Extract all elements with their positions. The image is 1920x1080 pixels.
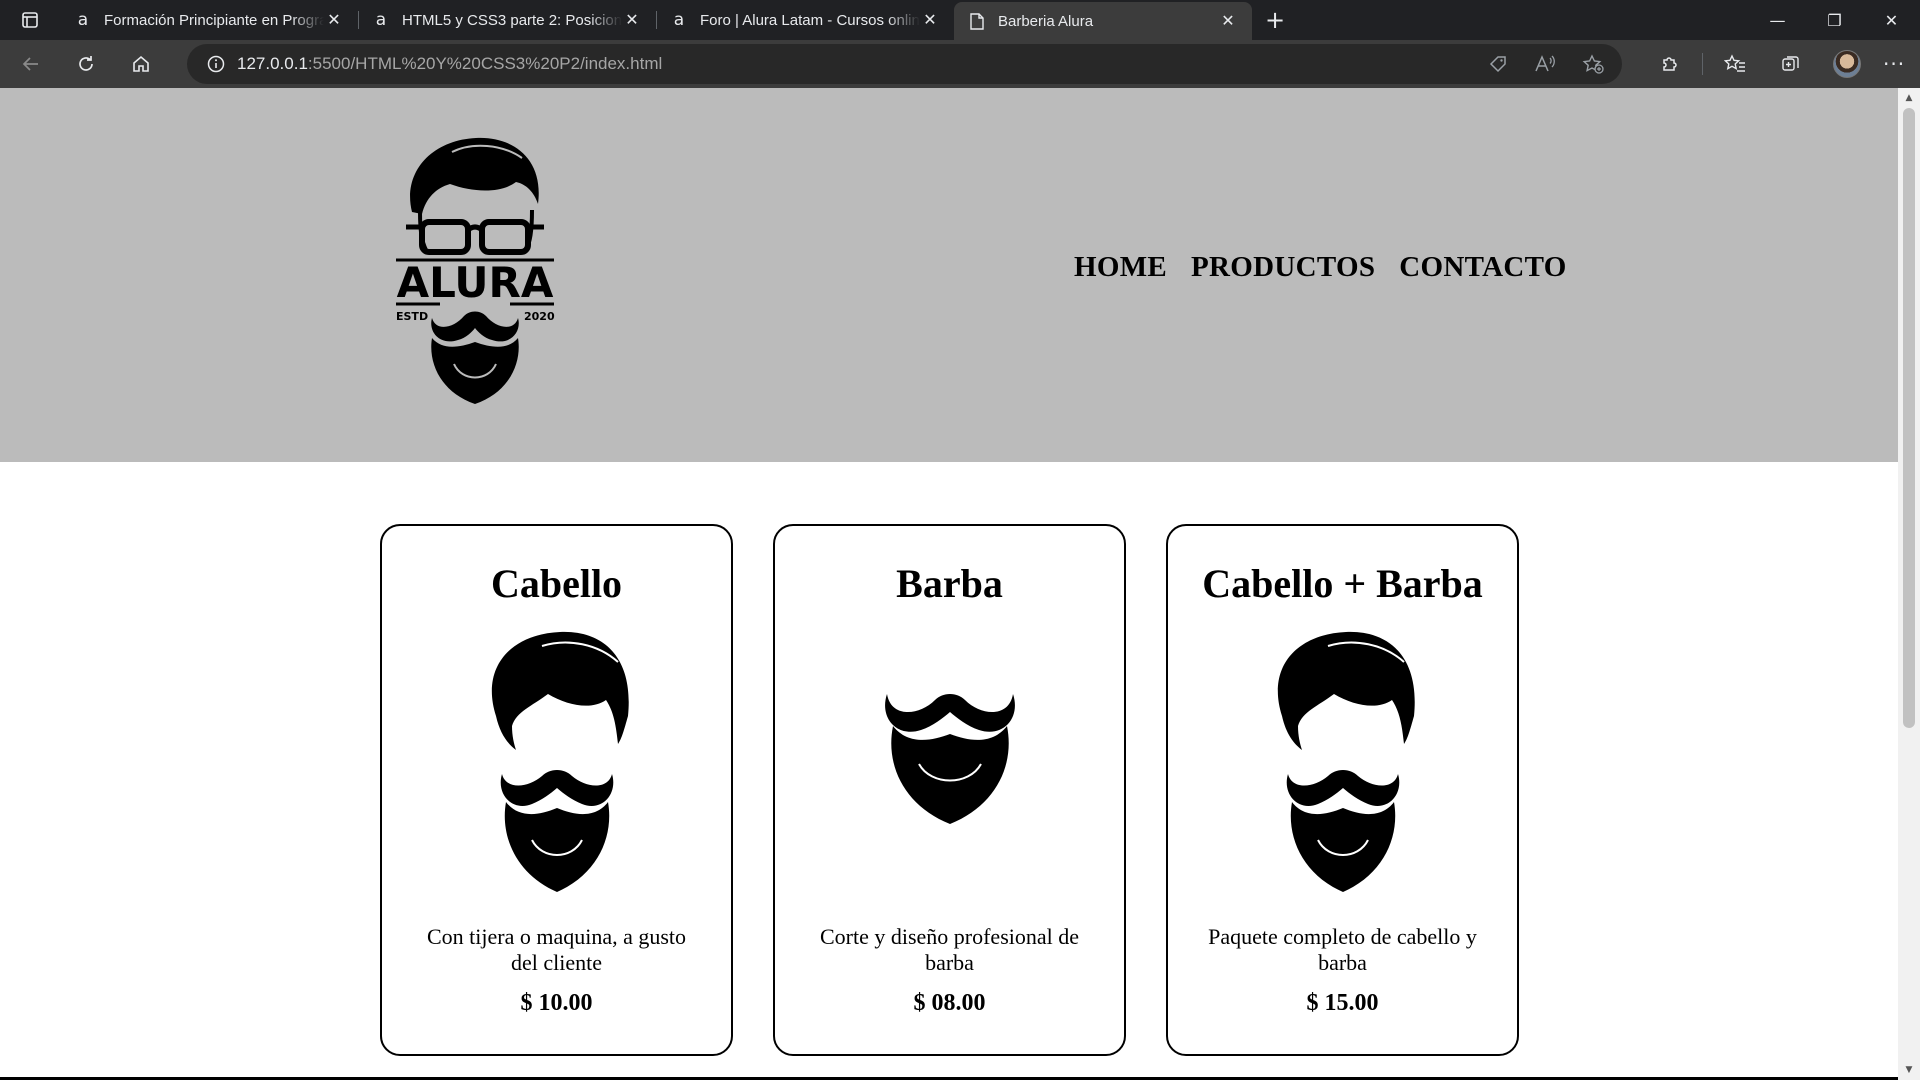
product-card-cabello-barba: Cabello + Barba Paquete completo de cabe… [1166,524,1519,1056]
alura-barber-logo[interactable]: ALURA ESTD 2020 [392,132,558,406]
back-arrow-icon [22,57,38,71]
hair-and-beard-icon [1277,631,1415,892]
home-icon [133,55,149,72]
tab-actions-icon [22,12,38,28]
card-description: Corte y diseño profesional de barba [819,924,1080,975]
tab-strip: a Formación Principiante en Progra ✕ a H… [0,0,1920,40]
tab-formacion[interactable]: a Formación Principiante en Progra ✕ [60,0,358,40]
scrollbar-thumb[interactable] [1903,108,1915,728]
alura-icon: a [77,10,89,30]
tab-title: Formación Principiante en Progra [104,11,324,29]
scroll-up-arrow-icon[interactable]: ▲ [1898,90,1920,106]
scroll-down-arrow-icon[interactable]: ▼ [1898,1062,1920,1078]
nav-home-link[interactable]: HOME [1074,251,1167,284]
card-title: Cabello [490,561,623,606]
collections-icon [1782,56,1799,71]
settings-menu-button[interactable]: ··· [1883,52,1905,76]
profile-avatar[interactable] [1833,50,1861,78]
tab-barberia[interactable]: Barberia Alura ✕ [954,2,1252,40]
card-title: Barba [896,561,1003,606]
tab-title: Foro | Alura Latam - Cursos onlin [700,11,920,29]
hair-and-beard-icon [491,631,629,892]
new-tab-button[interactable]: + [1252,0,1298,40]
card-image [382,626,731,896]
alura-icon: a [673,10,685,30]
extensions-button[interactable] [1646,44,1694,84]
tag-icon[interactable] [1488,54,1508,74]
logo-year-text: 2020 [524,310,555,323]
close-tab-icon[interactable]: ✕ [324,10,344,30]
tab-title: HTML5 y CSS3 parte 2: Posiciona [402,11,622,29]
card-price: $ 15.00 [1306,990,1379,1016]
card-title: Cabello + Barba [1202,561,1483,606]
page-scrollbar[interactable]: ▲ ▼ [1898,88,1920,1080]
products-section: Cabello Con tijera o maquina, a gusto de… [380,524,1520,1058]
nav-productos-link[interactable]: PRODUCTOS [1191,251,1375,284]
card-price: $ 10.00 [520,990,593,1016]
window-controls: — ❐ ✕ [1749,0,1920,40]
add-favorite-icon[interactable] [1582,54,1604,74]
favorites-button[interactable] [1711,44,1759,84]
collections-button[interactable] [1767,44,1815,84]
card-description: Paquete completo de cabello y barba [1208,924,1477,975]
tab-actions-button[interactable] [0,0,60,40]
page-viewport: ALURA ESTD 2020 HOME PRODUCTOS CONTACTO … [0,88,1920,1080]
reload-icon [79,56,93,71]
nav-contacto-link[interactable]: CONTACTO [1399,251,1566,284]
browser-toolbar: 127.0.0.1:5500/HTML%20Y%20CSS3%20P2/inde… [0,40,1920,88]
url-host: 127.0.0.1 [237,54,308,73]
logo-brand-text: ALURA [397,258,554,307]
toolbar-right: ··· [1638,44,1905,84]
back-button[interactable] [7,44,55,84]
site-header: ALURA ESTD 2020 HOME PRODUCTOS CONTACTO [0,88,1898,462]
card-image [1168,626,1517,896]
logo-estd-text: ESTD [396,310,428,323]
tab-foro[interactable]: a Foro | Alura Latam - Cursos onlin ✕ [656,0,954,40]
url-path: :5500/HTML%20Y%20CSS3%20P2/index.html [307,54,663,73]
card-description: Con tijera o maquina, a gusto del client… [426,924,687,975]
minimize-button[interactable]: — [1749,0,1806,40]
address-bar-actions [1488,54,1604,74]
favorites-icon [1724,54,1745,72]
beard-icon [884,694,1015,824]
card-image [775,626,1124,896]
puzzle-icon [1663,57,1677,71]
read-aloud-icon[interactable] [1534,54,1556,74]
alura-icon: a [375,10,387,30]
window-close-button[interactable]: ✕ [1863,0,1920,40]
address-bar[interactable]: 127.0.0.1:5500/HTML%20Y%20CSS3%20P2/inde… [187,44,1622,84]
tab-title: Barberia Alura [998,12,1094,30]
tab-html-css[interactable]: a HTML5 y CSS3 parte 2: Posiciona ✕ [358,0,656,40]
toolbar-divider [1702,53,1703,75]
product-card-cabello: Cabello Con tijera o maquina, a gusto de… [380,524,733,1056]
card-price: $ 08.00 [913,990,986,1016]
site-info-icon[interactable] [205,55,227,73]
main-nav: HOME PRODUCTOS CONTACTO [1074,251,1567,284]
page-icon [968,12,986,30]
reload-button[interactable] [62,44,110,84]
restore-button[interactable]: ❐ [1806,0,1863,40]
home-button[interactable] [117,44,165,84]
close-tab-icon[interactable]: ✕ [1218,11,1238,31]
product-card-barba: Barba Corte y diseño profesional de barb… [773,524,1126,1056]
close-tab-icon[interactable]: ✕ [622,10,642,30]
close-tab-icon[interactable]: ✕ [920,10,940,30]
